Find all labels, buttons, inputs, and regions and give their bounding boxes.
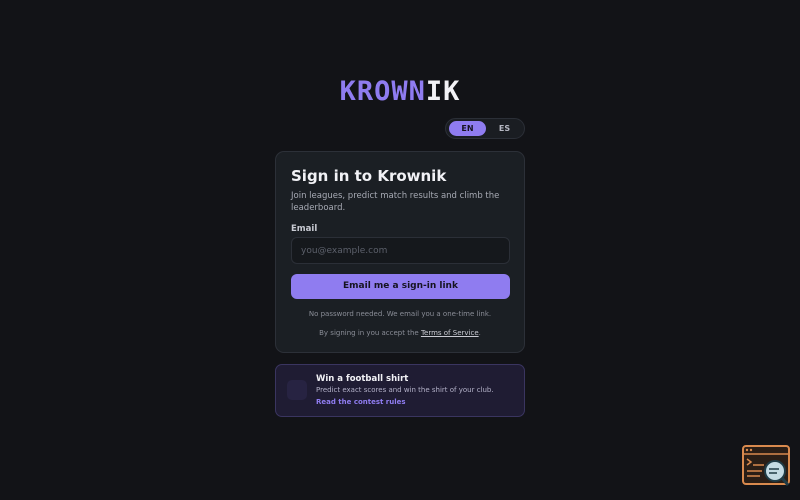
- no-password-note: No password needed. We email you a one-t…: [308, 310, 492, 318]
- shirt-icon: [287, 380, 307, 400]
- brand-logo-part1: KROWN: [339, 76, 426, 107]
- promo-text: Predict exact scores and win the shirt o…: [316, 386, 494, 394]
- terms-notice: By signing in you accept the Terms of Se…: [276, 329, 524, 337]
- terms-suffix: .: [478, 329, 481, 337]
- terms-prefix: By signing in you accept the: [319, 329, 421, 337]
- terms-of-service-link[interactable]: Terms of Service: [421, 329, 479, 337]
- language-es-button[interactable]: ES: [486, 121, 523, 136]
- email-label: Email: [291, 224, 318, 234]
- feedback-widget-icon[interactable]: [742, 445, 791, 488]
- email-sign-in-link-button[interactable]: Email me a sign-in link: [291, 274, 510, 299]
- signin-subtitle: Join leagues, predict match results and …: [291, 191, 500, 213]
- brand-logo: KROWNIK: [0, 76, 800, 107]
- signin-card: Sign in to Krownik Join leagues, predict…: [275, 151, 525, 353]
- contest-rules-link[interactable]: Read the contest rules: [316, 398, 406, 406]
- signin-title: Sign in to Krownik: [291, 167, 447, 185]
- brand-logo-part2: IK: [425, 76, 461, 107]
- language-en-button[interactable]: EN: [449, 121, 486, 136]
- email-field[interactable]: [291, 237, 510, 264]
- contest-promo-card: Win a football shirt Predict exact score…: [275, 364, 525, 417]
- language-switcher: EN ES: [445, 118, 525, 139]
- promo-title: Win a football shirt: [316, 374, 409, 384]
